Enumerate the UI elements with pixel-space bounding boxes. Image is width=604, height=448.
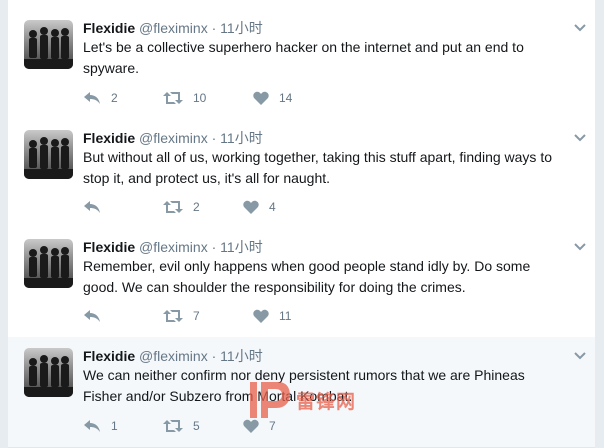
tweet-card[interactable]: Flexidie @fleximinx · 11小时 But without a…	[8, 119, 595, 229]
tweet-text: But without all of us, working together,…	[83, 149, 552, 186]
chevron-down-icon[interactable]	[573, 349, 587, 363]
reply-icon	[84, 310, 100, 322]
separator-dot: ·	[211, 20, 217, 36]
separator-dot: ·	[211, 130, 217, 146]
reply-button[interactable]: 1	[83, 416, 118, 436]
reply-count: 2	[111, 91, 118, 105]
retweet-count: 10	[193, 91, 207, 105]
retweet-button[interactable]: 10	[163, 88, 206, 108]
chevron-down-icon[interactable]	[573, 131, 587, 145]
reply-button[interactable]	[83, 306, 111, 326]
like-count: 11	[279, 309, 292, 323]
retweet-icon	[163, 420, 183, 432]
tweet-timeline: Flexidie @fleximinx · 11小时 Let's be a co…	[8, 0, 595, 448]
author-handle[interactable]: @fleximinx	[139, 239, 208, 255]
author-handle[interactable]: @fleximinx	[139, 348, 208, 364]
timestamp[interactable]: 11小时	[220, 130, 263, 146]
reply-button[interactable]: 2	[83, 88, 118, 108]
like-button[interactable]: 11	[253, 306, 291, 326]
retweet-icon	[163, 201, 183, 213]
tweet-card[interactable]: Flexidie @fleximinx · 11小时 Remember, evi…	[8, 228, 595, 338]
leiphone-logo	[250, 382, 290, 418]
avatar[interactable]	[24, 130, 73, 179]
watermark-text: 雷锋网	[296, 391, 357, 413]
retweet-icon	[163, 92, 183, 104]
chevron-down-icon[interactable]	[573, 240, 587, 254]
retweet-button[interactable]: 5	[163, 416, 200, 436]
timestamp[interactable]: 11小时	[220, 348, 263, 364]
timestamp[interactable]: 11小时	[220, 239, 263, 255]
reply-icon	[84, 201, 100, 213]
author-name[interactable]: Flexidie	[83, 348, 135, 364]
retweet-count: 2	[193, 200, 200, 214]
author-name[interactable]: Flexidie	[83, 130, 135, 146]
heart-icon	[253, 91, 269, 105]
watermark: 雷锋网	[248, 378, 356, 422]
like-count: 4	[269, 200, 276, 214]
tweet-actions: 7 11	[83, 306, 383, 326]
retweet-button[interactable]: 7	[163, 306, 200, 326]
timestamp[interactable]: 11小时	[220, 20, 263, 36]
like-count: 14	[279, 91, 293, 105]
author-handle[interactable]: @fleximinx	[139, 130, 208, 146]
heart-icon	[253, 309, 269, 323]
retweet-button[interactable]: 2	[163, 197, 200, 217]
like-button[interactable]: 14	[253, 88, 292, 108]
avatar[interactable]	[24, 239, 73, 288]
reply-icon	[84, 420, 100, 432]
like-button[interactable]: 4	[243, 197, 276, 217]
reply-count: 1	[111, 419, 118, 433]
avatar[interactable]	[24, 348, 73, 397]
retweet-icon	[163, 310, 183, 322]
retweet-count: 7	[193, 309, 200, 323]
tweet-actions: 2 4	[83, 197, 383, 217]
tweet-header: Flexidie @fleximinx · 11小时	[83, 347, 263, 365]
author-name[interactable]: Flexidie	[83, 20, 135, 36]
tweet-header: Flexidie @fleximinx · 11小时	[83, 238, 263, 256]
separator-dot: ·	[211, 239, 217, 255]
tweet-actions: 2 10 14	[83, 88, 383, 108]
tweet-text: Let's be a collective superhero hacker o…	[83, 39, 524, 76]
chevron-down-icon[interactable]	[573, 21, 587, 35]
tweet-card[interactable]: Flexidie @fleximinx · 11小时 Let's be a co…	[8, 9, 595, 120]
reply-icon	[84, 92, 100, 104]
separator-dot: ·	[211, 348, 217, 364]
author-handle[interactable]: @fleximinx	[139, 20, 208, 36]
heart-icon	[243, 200, 259, 214]
retweet-count: 5	[193, 419, 200, 433]
tweet-header: Flexidie @fleximinx · 11小时	[83, 129, 263, 147]
reply-button[interactable]	[83, 197, 111, 217]
avatar[interactable]	[24, 20, 73, 69]
tweet-header: Flexidie @fleximinx · 11小时	[83, 19, 263, 37]
tweet-text: Remember, evil only happens when good pe…	[83, 258, 531, 295]
author-name[interactable]: Flexidie	[83, 239, 135, 255]
